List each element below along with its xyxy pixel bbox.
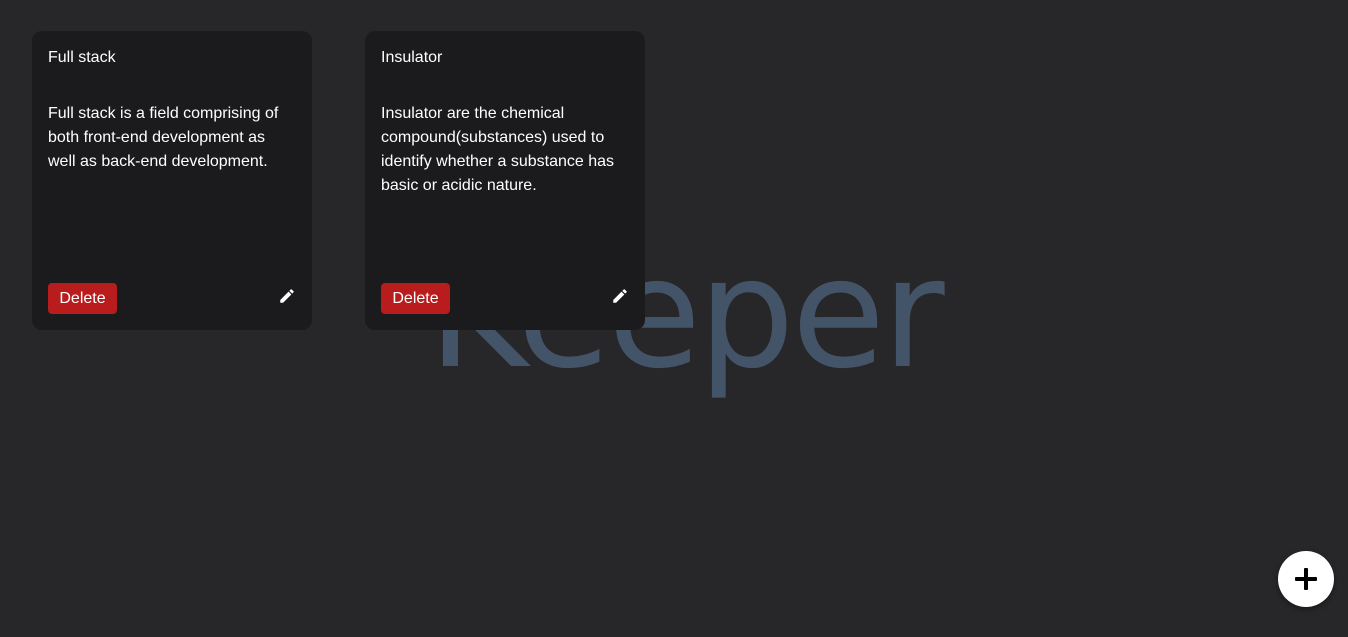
note-title: Insulator (381, 49, 443, 66)
note-card: Insulator Insulator are the chemical com… (365, 31, 645, 330)
edit-button[interactable] (276, 285, 298, 307)
plus-icon (1295, 568, 1317, 590)
delete-button[interactable]: Delete (48, 283, 117, 314)
pencil-icon (613, 289, 627, 303)
note-content: Insulator are the chemical compound(subs… (381, 105, 615, 194)
pencil-icon (280, 289, 294, 303)
note-title: Full stack (48, 49, 116, 66)
note-card: Full stack Full stack is a field compris… (32, 31, 312, 330)
add-note-button[interactable] (1278, 551, 1334, 607)
delete-button[interactable]: Delete (381, 283, 450, 314)
edit-button[interactable] (609, 285, 631, 307)
note-content: Full stack is a field comprising of both… (48, 105, 279, 170)
